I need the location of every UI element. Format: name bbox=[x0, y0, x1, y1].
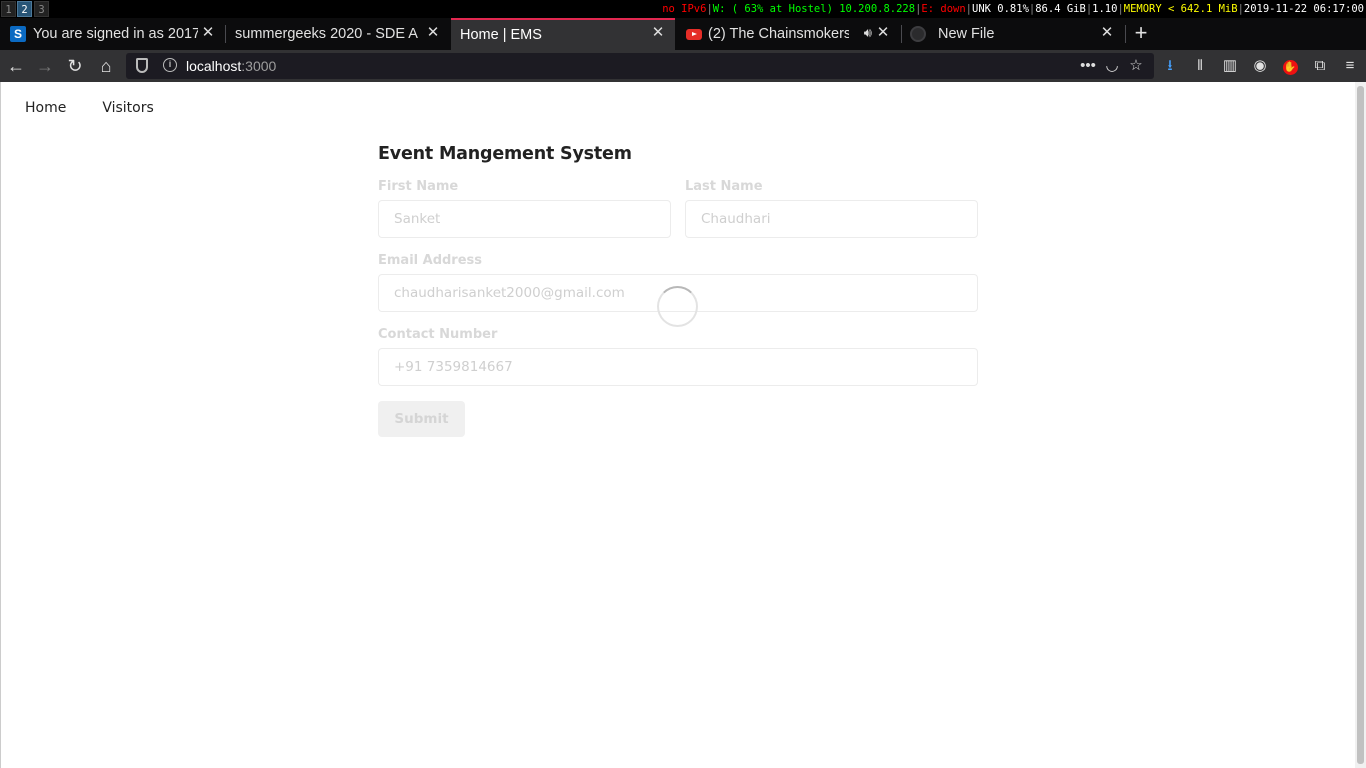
close-icon[interactable]: ✕ bbox=[426, 25, 440, 40]
s-favicon-icon: S bbox=[10, 26, 26, 42]
site-info-icon[interactable]: i bbox=[163, 58, 177, 72]
pocket-icon[interactable]: ◡ bbox=[1101, 55, 1123, 77]
workspace-1[interactable]: 1 bbox=[1, 1, 16, 17]
loading-spinner-icon bbox=[657, 286, 698, 327]
downloads-icon[interactable]: ⭳ bbox=[1158, 54, 1182, 78]
back-button[interactable]: ← bbox=[4, 54, 28, 78]
extensions-menu-icon[interactable]: ⧉ bbox=[1308, 54, 1332, 78]
status-info: no IPv6|W: ( 63% at Hostel) 10.200.8.228… bbox=[662, 3, 1364, 15]
page-actions-icon[interactable]: ••• bbox=[1077, 55, 1099, 77]
tab-signed-in[interactable]: S You are signed in as 2017 ✕ bbox=[0, 18, 225, 50]
tab-strip: S You are signed in as 2017 ✕ summergeek… bbox=[0, 18, 1366, 50]
datetime: 2019-11-22 06:17:00 bbox=[1243, 3, 1364, 15]
contact-label: Contact Number bbox=[378, 327, 498, 342]
status-bar: 1 2 3 no IPv6|W: ( 63% at Hostel) 10.200… bbox=[0, 0, 1366, 18]
last-name-label: Last Name bbox=[685, 179, 763, 194]
first-name-field[interactable]: Sanket bbox=[378, 200, 671, 238]
tab-home-ems[interactable]: Home | EMS ✕ bbox=[451, 18, 675, 50]
reload-button[interactable]: ↻ bbox=[63, 54, 87, 78]
last-name-field[interactable]: Chaudhari bbox=[685, 200, 978, 238]
url-host: localhost bbox=[186, 58, 242, 74]
library-icon[interactable]: 𝍪 bbox=[1188, 54, 1212, 78]
sidebar-icon[interactable]: ▥ bbox=[1218, 54, 1242, 78]
close-icon[interactable]: ✕ bbox=[201, 25, 215, 40]
nav-toolbar: ← → ↻ ⌂ i localhost:3000 ••• ◡ ☆ ⭳ 𝍪 ▥ ◉… bbox=[0, 50, 1366, 82]
forward-button[interactable]: → bbox=[33, 54, 57, 78]
tab-title: summergeeks 2020 - SDE A bbox=[235, 26, 418, 42]
ipv6-status: no IPv6 bbox=[662, 3, 707, 15]
load-status: 1.10 bbox=[1092, 3, 1118, 15]
email-label: Email Address bbox=[378, 253, 483, 268]
tab-title: Home | EMS bbox=[460, 27, 542, 43]
disk-status: 86.4 GiB bbox=[1035, 3, 1086, 15]
tab-title: (2) The Chainsmokers bbox=[708, 26, 849, 42]
bookmark-star-icon[interactable]: ☆ bbox=[1125, 55, 1147, 77]
youtube-icon bbox=[686, 28, 702, 40]
submit-button[interactable]: Submit bbox=[378, 401, 465, 437]
scrollbar[interactable] bbox=[1355, 82, 1366, 768]
speaker-icon[interactable]: 🔊︎ bbox=[864, 25, 872, 41]
battery-status: UNK 0.81% bbox=[972, 3, 1029, 15]
extension-icon[interactable]: ✋ bbox=[1278, 54, 1302, 78]
tab-divider bbox=[1125, 25, 1126, 43]
tab-youtube[interactable]: (2) The Chainsmokers 🔊︎ ✕ bbox=[676, 18, 900, 50]
url-bar[interactable]: i localhost:3000 ••• ◡ ☆ bbox=[126, 53, 1154, 79]
scrollbar-thumb[interactable] bbox=[1357, 86, 1364, 764]
tab-summergeeks[interactable]: summergeeks 2020 - SDE A ✕ bbox=[226, 18, 450, 50]
workspace-3[interactable]: 3 bbox=[34, 1, 49, 17]
tracking-shield-icon[interactable] bbox=[136, 58, 148, 73]
page-content: Home Visitors Event Mangement System Fir… bbox=[0, 82, 1366, 768]
name-row: First Name Sanket Last Name Chaudhari bbox=[378, 179, 978, 238]
new-tab-button[interactable]: + bbox=[1130, 18, 1152, 50]
tab-title: New File bbox=[938, 26, 995, 42]
close-icon[interactable]: ✕ bbox=[651, 25, 665, 40]
page-title: Event Mangement System bbox=[378, 144, 632, 164]
first-name-group: First Name Sanket bbox=[378, 179, 671, 238]
nav-home-link[interactable]: Home bbox=[25, 100, 66, 116]
contact-field[interactable]: +91 7359814667 bbox=[378, 348, 978, 386]
site-nav: Home Visitors bbox=[25, 100, 154, 116]
ethernet-status: E: down bbox=[921, 3, 966, 15]
workspace-2[interactable]: 2 bbox=[17, 1, 32, 17]
first-name-label: First Name bbox=[378, 179, 459, 194]
nav-visitors-link[interactable]: Visitors bbox=[102, 100, 153, 116]
home-button[interactable]: ⌂ bbox=[94, 54, 118, 78]
url-text[interactable]: localhost:3000 bbox=[186, 53, 276, 79]
wireless-status: W: ( 63% at Hostel) 10.200.8.228 bbox=[712, 3, 916, 15]
memory-status: MEMORY < 642.1 MiB bbox=[1123, 3, 1238, 15]
close-icon[interactable]: ✕ bbox=[1100, 25, 1114, 40]
url-port: :3000 bbox=[241, 58, 277, 74]
close-icon[interactable]: ✕ bbox=[876, 25, 890, 40]
tab-title: You are signed in as 2017 bbox=[33, 26, 198, 42]
tab-new-file[interactable]: New File ✕ bbox=[902, 18, 1124, 50]
hamburger-menu-icon[interactable]: ≡ bbox=[1338, 54, 1362, 78]
account-icon[interactable]: ◉ bbox=[1248, 54, 1272, 78]
github-icon bbox=[910, 26, 926, 42]
last-name-group: Last Name Chaudhari bbox=[685, 179, 978, 238]
